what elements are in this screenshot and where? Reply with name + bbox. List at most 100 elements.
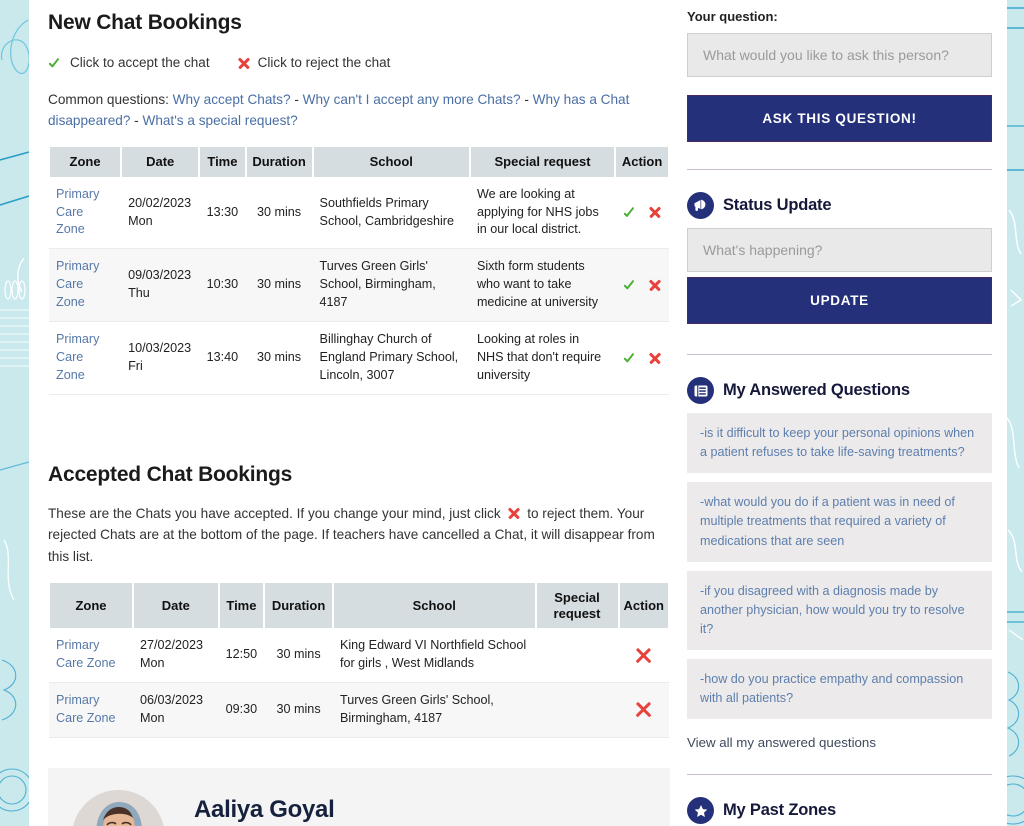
- table-row: Primary Care Zone 09/03/2023 Thu 10:30 3…: [49, 248, 669, 322]
- cell-action: [618, 628, 669, 683]
- cell-duration: 30 mins: [264, 628, 333, 683]
- col-zone: Zone: [47, 147, 123, 177]
- day-value: Fri: [128, 358, 143, 373]
- day-value: Thu: [128, 286, 150, 301]
- zone-link[interactable]: Primary Care Zone: [56, 638, 116, 670]
- cell-duration: 30 mins: [264, 682, 333, 738]
- reject-chat-button[interactable]: [634, 646, 653, 665]
- ask-this-question-button[interactable]: ASK THIS QUESTION!: [687, 95, 992, 142]
- reject-chat-button[interactable]: [647, 205, 662, 220]
- past-zones-title: My Past Zones: [723, 801, 836, 820]
- main-column: New Chat Bookings Click to accept the ch…: [47, 0, 689, 826]
- question-input[interactable]: What would you like to ask this person?: [687, 33, 992, 77]
- accepted-bookings-table: Zone Date Time Duration School Special r…: [48, 583, 671, 738]
- sep-3: -: [134, 113, 139, 129]
- cell-special-request: Sixth form students who want to take med…: [469, 248, 616, 322]
- cell-time: 09:30: [218, 682, 265, 738]
- list-item[interactable]: -what would you do if a patient was in n…: [687, 482, 992, 562]
- decorative-lineart-left: [0, 19, 29, 812]
- list-item[interactable]: -is it difficult to keep your personal o…: [687, 413, 992, 474]
- col-duration: Duration: [244, 147, 314, 177]
- accept-chat-button[interactable]: [623, 350, 638, 365]
- list-glyph: [694, 385, 707, 396]
- page-content: New Chat Bookings Click to accept the ch…: [29, 0, 1007, 826]
- accept-reject-legend: Click to accept the chat Click to reject…: [48, 55, 689, 70]
- red-cross-icon: [236, 55, 251, 70]
- table-header-row: Zone Date Time Duration School Special r…: [47, 147, 670, 177]
- megaphone-glyph: [694, 199, 706, 211]
- list-icon: [687, 377, 714, 404]
- reject-chat-button[interactable]: [634, 700, 653, 719]
- col-duration: Duration: [263, 583, 334, 629]
- day-value: Mon: [139, 710, 165, 725]
- date-value: 10/03/2023: [128, 340, 192, 355]
- profile-card: Aaliya Goyal EDIT YOUR PROFILE✎: [48, 767, 670, 826]
- view-all-answered-questions-link[interactable]: View all my answered questions: [687, 735, 876, 750]
- cell-time: 13:40: [199, 321, 246, 395]
- list-item[interactable]: -if you disagreed with a diagnosis made …: [687, 570, 992, 651]
- link-whats-special-request[interactable]: What's a special request?: [142, 113, 297, 128]
- zone-link[interactable]: Primary Care Zone: [56, 259, 99, 309]
- star-icon: [687, 797, 714, 825]
- cell-action: [615, 176, 669, 250]
- legend-accept: Click to accept the chat: [48, 55, 210, 70]
- cell-date: 27/02/2023 Mon: [132, 628, 219, 683]
- intro-text-part1: These are the Chats you have accepted. I…: [48, 505, 501, 521]
- col-school: School: [311, 147, 471, 177]
- date-value: 20/02/2023: [128, 195, 192, 210]
- accepted-chat-bookings-title: Accepted Chat Bookings: [48, 462, 293, 486]
- col-time: Time: [198, 147, 247, 177]
- cell-special-request: [535, 682, 619, 738]
- common-questions-label: Common questions:: [48, 92, 169, 107]
- zone-link[interactable]: Primary Care Zone: [56, 332, 99, 382]
- question-input-placeholder: What would you like to ask this person?: [703, 47, 949, 63]
- link-why-cant-accept-more[interactable]: Why can't I accept any more Chats?: [303, 92, 521, 107]
- cell-time: 13:30: [199, 176, 246, 250]
- status-update-button[interactable]: UPDATE: [687, 277, 992, 324]
- col-date: Date: [120, 147, 201, 177]
- cell-duration: 30 mins: [245, 248, 313, 322]
- date-value: 09/03/2023: [128, 268, 192, 283]
- table-row: Primary Care Zone 06/03/2023 Mon 09:30 3…: [49, 682, 669, 738]
- cell-zone: Primary Care Zone: [49, 321, 122, 395]
- col-special-request: Special request: [468, 147, 617, 177]
- cell-duration: 30 mins: [245, 321, 313, 395]
- zone-link[interactable]: Primary Care Zone: [56, 187, 99, 237]
- col-zone: Zone: [48, 583, 134, 629]
- accept-chat-button[interactable]: [623, 205, 638, 220]
- sep-1: -: [294, 92, 299, 107]
- date-value: 06/03/2023: [139, 692, 204, 707]
- zone-link[interactable]: Primary Care Zone: [56, 693, 116, 725]
- page-root: New Chat Bookings Click to accept the ch…: [0, 0, 1024, 826]
- cell-duration: 30 mins: [245, 176, 313, 250]
- decorative-lineart-right: [1007, 7, 1024, 825]
- megaphone-icon: [687, 192, 714, 219]
- reject-chat-button[interactable]: [647, 350, 662, 365]
- col-school: School: [331, 583, 537, 629]
- reject-chat-button[interactable]: [647, 277, 662, 292]
- cell-special-request: Looking at roles in NHS that don't requi…: [469, 321, 616, 395]
- decorative-left-panel: [0, 0, 29, 826]
- new-chat-bookings-title: New Chat Bookings: [48, 11, 242, 34]
- common-questions: Common questions: Why accept Chats? - Wh…: [48, 89, 638, 131]
- answered-questions-title: My Answered Questions: [723, 381, 910, 399]
- cell-action: [615, 321, 669, 395]
- accept-chat-button[interactable]: [623, 277, 638, 292]
- cell-time: 12:50: [218, 628, 265, 683]
- link-why-accept-chats[interactable]: Why accept Chats?: [173, 92, 291, 107]
- col-special-request: Special request: [534, 583, 620, 629]
- profile-name: Aaliya Goyal: [194, 795, 335, 823]
- legend-reject: Click to reject the chat: [236, 55, 391, 70]
- day-value: Mon: [139, 656, 165, 671]
- col-action: Action: [617, 583, 671, 629]
- table-row: Primary Care Zone 10/03/2023 Fri 13:40 3…: [49, 321, 669, 395]
- cell-school: Billinghay Church of England Primary Sch…: [312, 321, 470, 395]
- cell-date: 10/03/2023 Fri: [121, 321, 200, 395]
- answered-questions-header: My Answered Questions: [687, 377, 992, 404]
- list-item[interactable]: -how do you practice empathy and compass…: [687, 659, 992, 720]
- cell-school: King Edward VI Northfield School for gir…: [332, 628, 536, 683]
- red-cross-icon: [506, 506, 521, 521]
- status-update-placeholder: What's happening?: [703, 242, 823, 258]
- sidebar: Your question: What would you like to as…: [687, 0, 992, 825]
- status-update-input[interactable]: What's happening?: [687, 228, 992, 272]
